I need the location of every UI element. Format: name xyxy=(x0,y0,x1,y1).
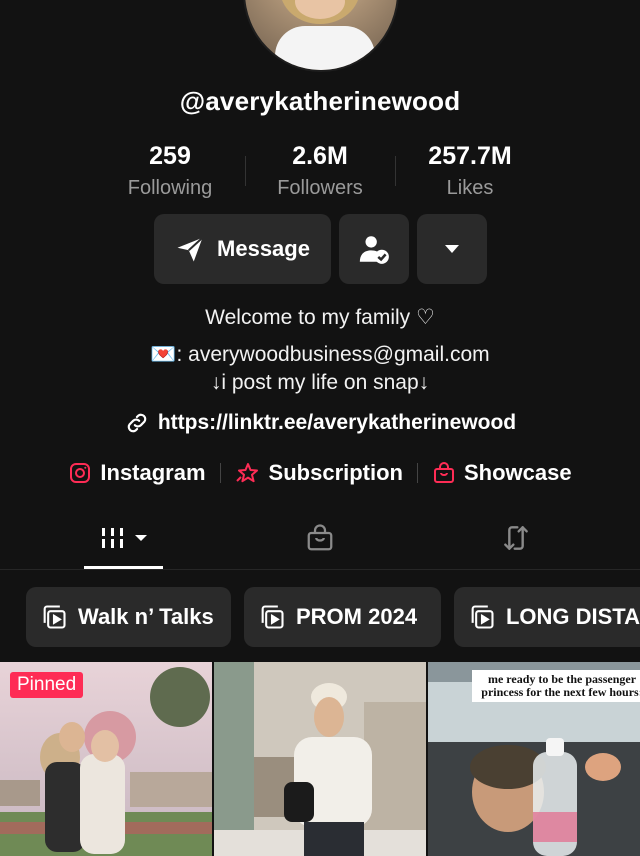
stat-followers[interactable]: 2.6M Followers xyxy=(245,142,395,200)
bio-link[interactable]: https://linktr.ee/averykatherinewood xyxy=(0,410,640,442)
video-thumbnail[interactable]: me ready to be the passenger princess fo… xyxy=(428,662,640,856)
social-divider xyxy=(417,463,418,483)
playlist-chip[interactable]: LONG DISTA xyxy=(454,587,640,647)
more-options-button[interactable] xyxy=(417,214,487,284)
instagram-link[interactable]: Instagram xyxy=(68,460,206,486)
subscription-icon xyxy=(235,463,258,483)
instagram-icon xyxy=(70,463,91,483)
playlist-icon xyxy=(43,605,66,629)
following-status-button[interactable] xyxy=(339,214,409,284)
bio-line-2: 💌: averywoodbusiness@gmail.com xyxy=(0,343,640,367)
stat-label: Following xyxy=(127,177,213,199)
profile-avatar[interactable] xyxy=(243,0,399,72)
tab-shop[interactable] xyxy=(280,508,360,568)
stat-label: Followers xyxy=(277,177,363,199)
video-thumbnail[interactable]: Pinned xyxy=(0,662,212,856)
instagram-label: Instagram xyxy=(100,460,206,485)
stat-value: 257.7M xyxy=(428,142,512,170)
social-divider xyxy=(219,463,221,483)
bio-line-1: Welcome to my family ♡ xyxy=(205,306,435,329)
playlist-chip[interactable]: PROM 2024 xyxy=(244,587,441,647)
playlist-chips: Walk n’ Talks PROM 2024 LONG DISTA xyxy=(0,587,640,647)
showcase-label: Showcase xyxy=(464,460,572,485)
link-icon xyxy=(127,413,147,433)
bio-link-text: https://linktr.ee/averykatherinewood xyxy=(157,411,517,434)
playlist-chip[interactable]: Walk n’ Talks xyxy=(26,587,231,647)
playlist-label: Walk n’ Talks xyxy=(78,604,214,629)
profile-stats: 259 Following 2.6M Followers 257.7M Like… xyxy=(0,142,640,206)
video-thumbnail[interactable] xyxy=(214,662,426,856)
subscription-link[interactable]: Subscription xyxy=(235,460,403,486)
stat-value: 2.6M xyxy=(292,142,348,170)
bio-email: : averywoodbusiness@gmail.com xyxy=(176,343,490,366)
playlist-label: LONG DISTA xyxy=(505,604,640,629)
pinned-badge: Pinned xyxy=(10,672,84,698)
playlist-icon xyxy=(471,605,494,629)
stat-following[interactable]: 259 Following xyxy=(95,142,245,200)
shop-icon xyxy=(307,524,333,551)
shopping-bag-icon xyxy=(434,462,454,483)
stat-value: 259 xyxy=(149,142,191,170)
playlist-label: PROM 2024 xyxy=(296,604,418,629)
content-tabs xyxy=(0,508,640,570)
stat-label: Likes xyxy=(446,177,494,199)
video-grid: Pinned me ready to be the passenger prin… xyxy=(0,662,640,856)
social-links: Instagram Subscription Showcase xyxy=(0,458,640,488)
repost-icon xyxy=(504,526,528,550)
active-tab-indicator xyxy=(84,566,163,569)
message-button[interactable]: Message xyxy=(154,214,331,284)
subscription-label: Subscription xyxy=(268,460,403,485)
playlist-icon xyxy=(261,605,284,629)
video-thumbnail-image xyxy=(214,662,426,856)
tab-reposts[interactable] xyxy=(476,508,556,568)
send-icon xyxy=(177,237,204,262)
tab-videos[interactable] xyxy=(84,508,163,568)
profile-actions: Message xyxy=(0,214,640,284)
showcase-link[interactable]: Showcase xyxy=(432,460,572,486)
user-check-icon xyxy=(359,236,389,264)
love-letter-emoji: 💌 xyxy=(150,343,177,366)
bio-line-3: ↓i post my life on snap↓ xyxy=(210,371,430,394)
profile-username: @averykatherinewood xyxy=(179,86,461,116)
grid-icon xyxy=(99,528,126,548)
video-caption: me ready to be the passenger princess fo… xyxy=(472,670,640,702)
caret-down-icon xyxy=(134,535,147,541)
caret-down-icon xyxy=(445,245,459,253)
stat-likes[interactable]: 257.7M Likes xyxy=(395,142,545,200)
message-button-label: Message xyxy=(217,236,310,261)
